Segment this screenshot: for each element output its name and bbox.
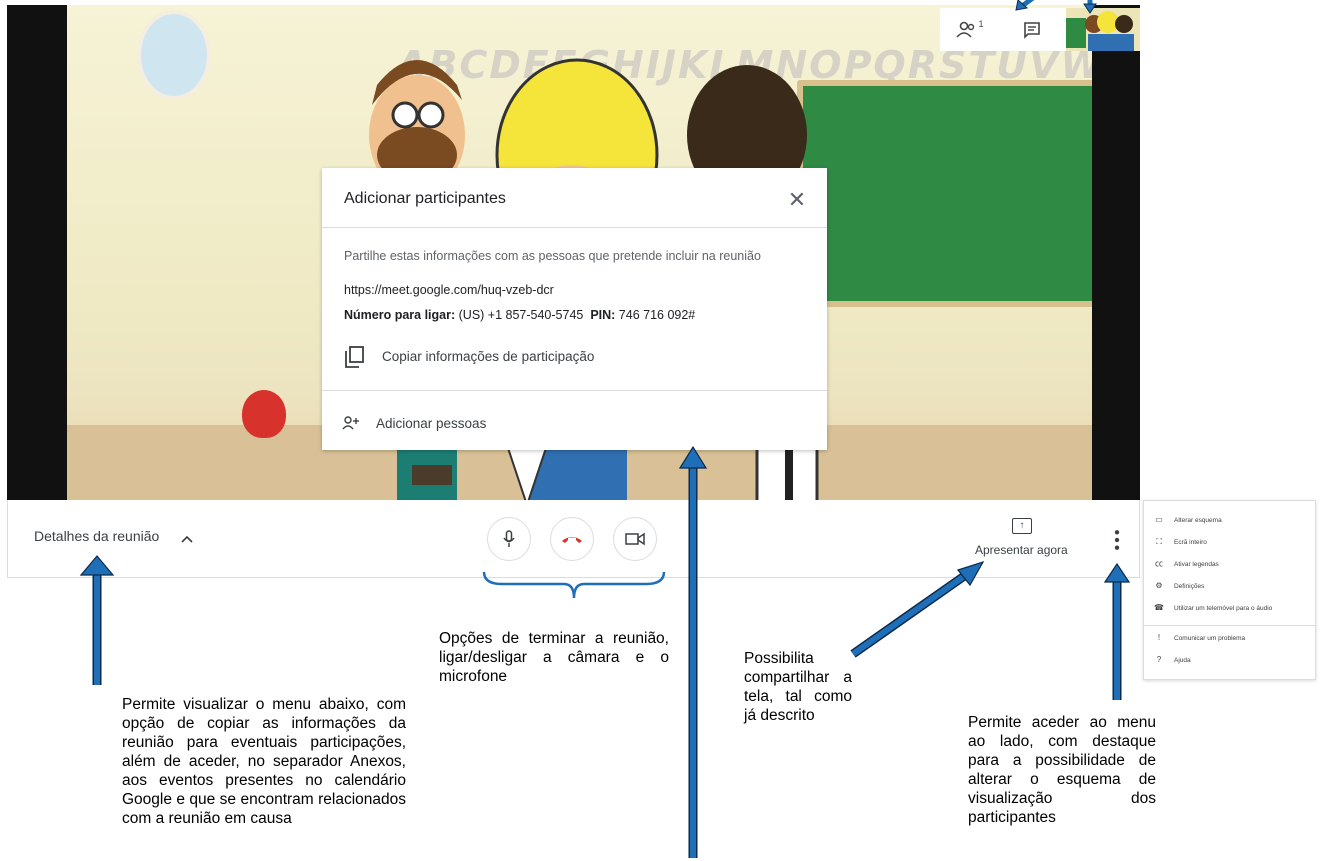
more-options-annotation: Permite aceder ao menu ao lado, com dest… — [968, 714, 1156, 826]
controls-annotation: Opções de terminar a reunião, ligar/desl… — [439, 630, 669, 685]
present-annotation: Possibilita compartilhar a tela, tal com… — [744, 650, 852, 724]
details-annotation: Permite visualizar o menu abaixo, com op… — [122, 696, 406, 827]
